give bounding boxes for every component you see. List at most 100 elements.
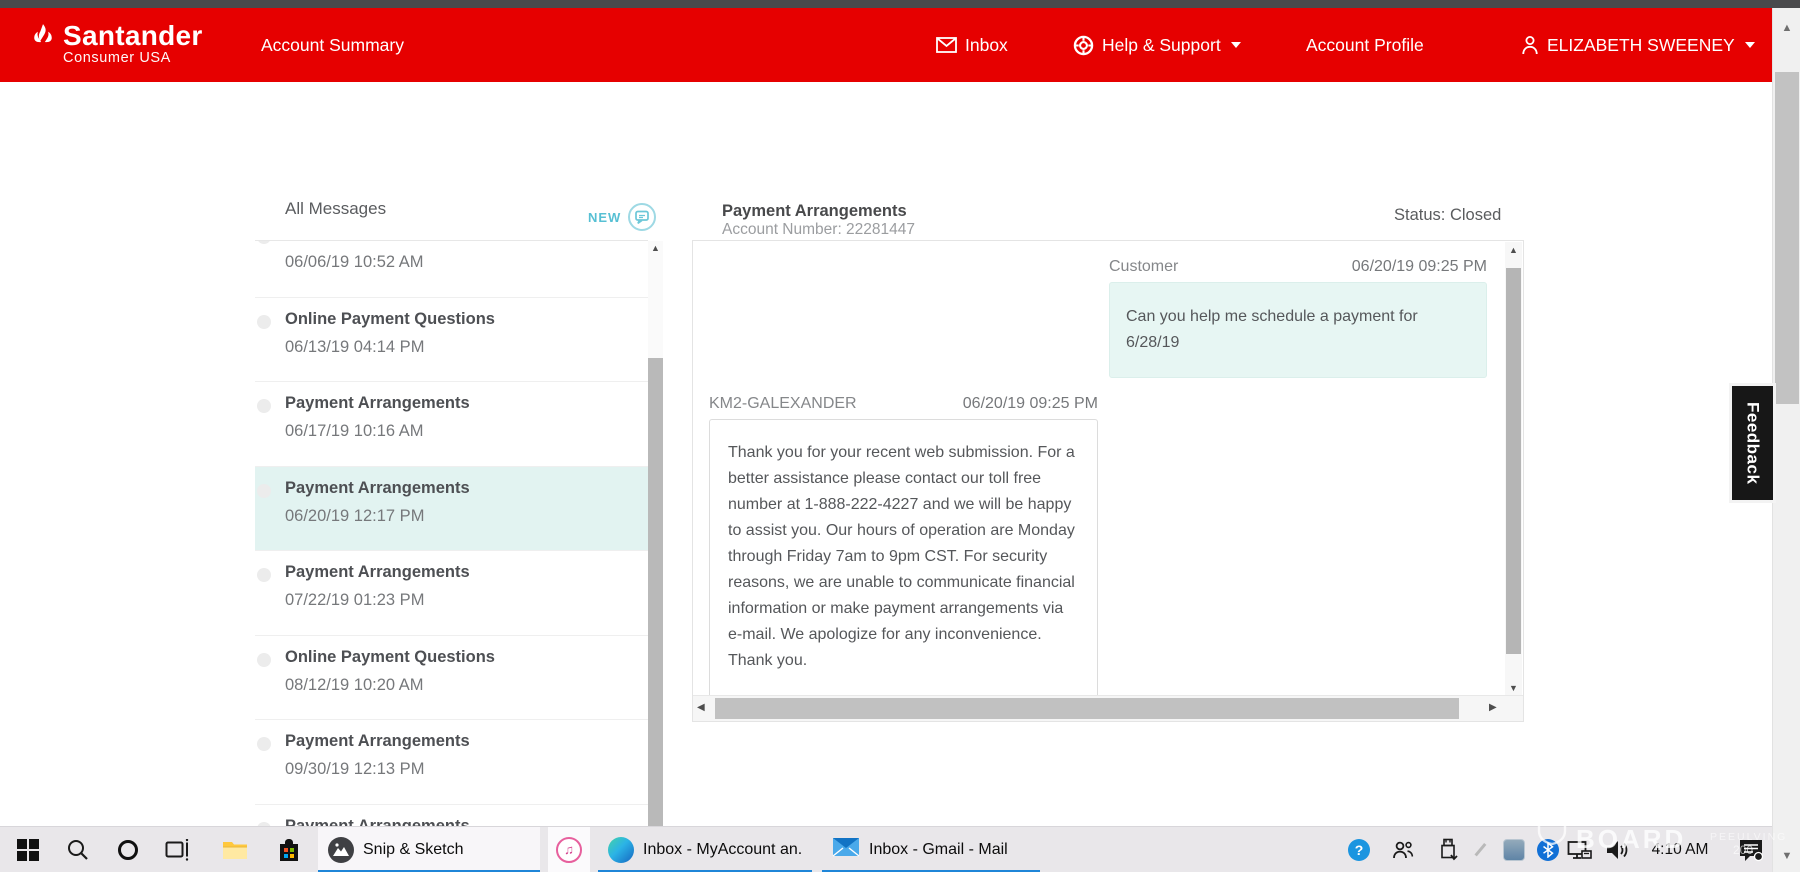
list-item[interactable]: 06/06/19 10:52 AM [255,240,648,298]
conversation-horizontal-scrollbar: ◀ ▶ [693,695,1523,721]
list-item-date: 06/06/19 10:52 AM [285,253,424,272]
list-item[interactable]: Online Payment Questions08/12/19 10:20 A… [255,636,648,721]
action-center-button[interactable] [1734,827,1768,872]
message-list: 06/06/19 10:52 AM Online Payment Question… [255,240,648,826]
message-list-scrollbar: ▲ [648,241,663,826]
tray-app-button[interactable] [1498,827,1530,872]
message-timestamp: 06/20/19 09:25 PM [1352,258,1487,276]
list-item-date: 09/30/19 12:13 PM [285,760,424,779]
chevron-down-icon [1745,42,1755,48]
unread-dot [257,737,271,751]
task-view-icon [165,839,191,861]
list-item-date: 06/20/19 12:17 PM [285,507,424,526]
flame-icon [28,21,58,51]
nav-user-menu[interactable]: ELIZABETH SWEENEY [1521,8,1755,82]
file-explorer-button[interactable] [212,827,258,872]
task-label: Inbox - Gmail - Mail [869,841,1008,859]
list-item-title: Payment Arrangements [285,817,470,827]
feedback-tab[interactable]: Feedback [1729,383,1776,503]
message-bubble: Can you help me schedule a payment for 6… [1109,282,1487,378]
scroll-right-arrow[interactable]: ▶ [1489,702,1497,713]
taskbar-search-button[interactable] [56,827,100,872]
cortana-icon [118,840,138,860]
tray-bluetooth-button[interactable] [1534,827,1562,872]
scrollbar-thumb[interactable] [715,698,1459,719]
list-item[interactable]: Payment Arrangements [255,805,648,827]
tray-pen-button[interactable] [1468,827,1492,872]
new-message-button[interactable]: NEW [588,202,657,232]
task-view-button[interactable] [156,827,200,872]
tray-usb-button[interactable] [1434,827,1462,872]
speaker-icon [1604,839,1630,861]
people-icon [1391,839,1415,861]
scrollbar-thumb[interactable] [1775,72,1799,404]
message-sender: KM2-GALEXANDER [709,395,857,413]
unread-dot [257,568,271,582]
brand-subtitle: Consumer USA [63,50,203,66]
tray-people-button[interactable] [1388,827,1418,872]
taskbar-task-snip-sketch[interactable]: Snip & Sketch [318,827,540,872]
list-item-title: Payment Arrangements [285,479,470,498]
snip-sketch-icon [328,837,354,863]
new-label: NEW [588,210,621,225]
unread-dot [257,399,271,413]
list-item-date: 07/22/19 01:23 PM [285,591,424,610]
app-tile-icon [1503,839,1525,861]
itunes-button[interactable]: ♫ [548,827,590,872]
nav-inbox-label: Inbox [965,35,1008,56]
nav-account-profile[interactable]: Account Profile [1306,8,1424,82]
list-item-date: 06/17/19 10:16 AM [285,422,424,441]
edge-icon [608,837,634,863]
list-item-title: Payment Arrangements [285,394,470,413]
scroll-left-arrow[interactable]: ◀ [697,702,705,713]
screen: Santander Consumer USA Account Summary I… [0,0,1800,872]
conversation-vertical-scrollbar: ▲ ▼ [1505,242,1522,696]
help-question-icon: ? [1348,839,1370,861]
nav-account-summary[interactable]: Account Summary [261,8,404,82]
list-item[interactable]: Payment Arrangements 07/22/19 01:23 PM [255,551,648,636]
list-item[interactable]: Online Payment Questions06/13/19 04:14 P… [255,298,648,383]
list-item[interactable]: Payment Arrangements 06/17/19 10:16 AM [255,382,648,467]
site-header: Santander Consumer USA Account Summary I… [0,8,1772,82]
store-bag-icon [277,838,301,862]
taskbar-task-mail[interactable]: Inbox - Gmail - Mail [822,827,1040,872]
scroll-down-arrow[interactable]: ▼ [1505,683,1522,693]
santander-logo[interactable]: Santander Consumer USA [28,21,203,66]
tray-network-button[interactable] [1564,827,1596,872]
pen-icon [1474,843,1486,856]
list-item-title: Payment Arrangements [285,563,470,582]
scroll-up-arrow[interactable]: ▲ [1773,22,1800,34]
bluetooth-icon [1537,839,1559,861]
scrollbar-thumb[interactable] [1506,268,1521,654]
scroll-up-arrow[interactable]: ▲ [1505,245,1522,255]
nav-account-summary-label: Account Summary [261,35,404,56]
life-ring-icon [1073,35,1094,56]
list-item[interactable]: Payment Arrangements 06/20/19 12:17 PM [255,467,648,552]
message-bubble: Thank you for your recent web submission… [709,419,1098,695]
taskbar-clock[interactable]: 4:10 AM [1640,827,1720,872]
person-icon [1521,35,1539,55]
start-button[interactable] [6,827,50,872]
scroll-down-arrow[interactable]: ▼ [1773,850,1800,862]
folder-icon [222,839,248,860]
all-messages-title: All Messages [285,199,386,219]
nav-inbox[interactable]: Inbox [936,8,1008,82]
window-chrome-strip [0,0,1800,8]
scrollbar-thumb[interactable] [648,358,663,826]
tray-help-button[interactable]: ? [1342,827,1376,872]
unread-dot [257,240,271,244]
microsoft-store-button[interactable] [266,827,312,872]
cortana-button[interactable] [106,827,150,872]
list-item[interactable]: Payment Arrangements09/30/19 12:13 PM [255,720,648,805]
nav-help-support[interactable]: Help & Support [1073,8,1241,82]
windows-logo-icon [17,839,39,861]
list-item-date: 08/12/19 10:20 AM [285,676,424,695]
message-sender: Customer [1109,258,1178,276]
message-timestamp: 06/20/19 09:25 PM [963,395,1098,413]
nav-user-label: ELIZABETH SWEENEY [1547,35,1735,56]
list-item-title: Online Payment Questions [285,310,495,329]
scroll-up-arrow[interactable]: ▲ [648,243,663,253]
tray-volume-button[interactable] [1600,827,1634,872]
chat-message-customer: Customer 06/20/19 09:25 PM Can you help me… [1109,258,1487,378]
taskbar-task-edge[interactable]: Inbox - MyAccount an... [598,827,812,872]
